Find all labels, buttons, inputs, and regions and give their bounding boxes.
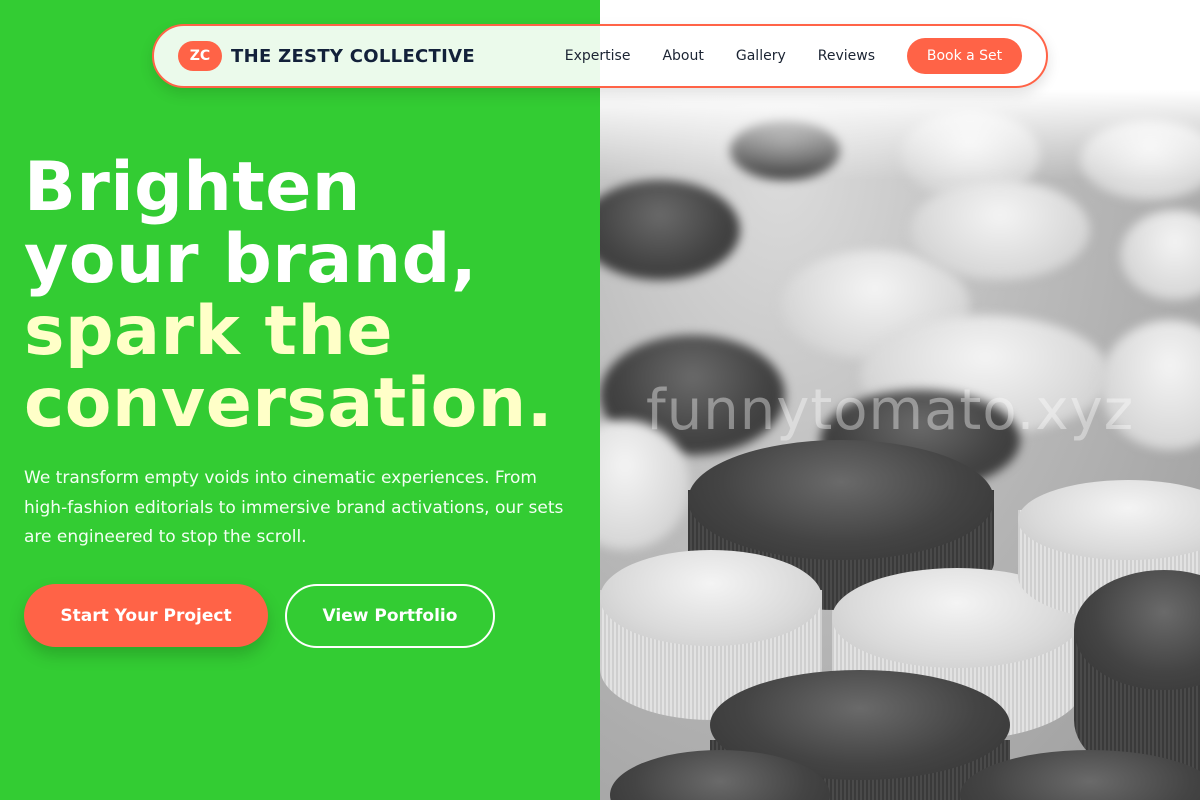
- book-a-set-button[interactable]: Book a Set: [907, 38, 1022, 74]
- brand-name[interactable]: THE ZESTY COLLECTIVE: [231, 46, 475, 67]
- hero-title-highlight-line: spark the: [24, 292, 394, 371]
- hero-title-line: Brighten: [24, 148, 361, 227]
- hero-description: We transform empty voids into cinematic …: [24, 468, 564, 547]
- nav-link-about[interactable]: About: [662, 48, 703, 64]
- nav-link-gallery[interactable]: Gallery: [736, 48, 786, 64]
- bottle-caps-photo: [600, 90, 1200, 800]
- hero-image-panel: funnytomato.xyz: [600, 0, 1200, 800]
- hero-title: Brighten your brand, spark the conversat…: [24, 152, 594, 440]
- hero-title-line: your brand,: [24, 220, 478, 299]
- watermark-text: funnytomato.xyz: [646, 378, 1135, 443]
- nav-link-expertise[interactable]: Expertise: [565, 48, 631, 64]
- view-portfolio-button[interactable]: View Portfolio: [285, 584, 495, 648]
- nav-link-reviews[interactable]: Reviews: [818, 48, 875, 64]
- start-project-button[interactable]: Start Your Project: [24, 584, 268, 647]
- hero-title-highlight-line: conversation.: [24, 364, 554, 443]
- top-navbar: ZC THE ZESTY COLLECTIVE Expertise About …: [152, 24, 1048, 88]
- nav-links: Expertise About Gallery Reviews Book a S…: [565, 38, 1022, 74]
- logo-badge[interactable]: ZC: [178, 41, 222, 71]
- hero-left-panel: Brighten your brand, spark the conversat…: [0, 0, 600, 800]
